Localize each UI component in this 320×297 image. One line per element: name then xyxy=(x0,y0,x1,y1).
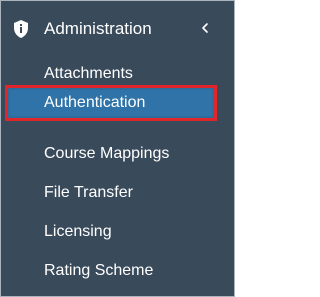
section-title: Administration xyxy=(44,19,152,38)
menu-item-label: File Transfer xyxy=(44,184,133,201)
shield-icon xyxy=(13,19,29,39)
menu-item-label: Rating Scheme xyxy=(44,262,154,279)
menu-item-label: Authentication xyxy=(44,94,146,111)
menu-item-file-transfer[interactable]: File Transfer xyxy=(1,176,234,210)
chevron-left-icon[interactable] xyxy=(198,21,212,35)
menu-item-label: Course Mappings xyxy=(44,145,170,162)
menu-item-licensing[interactable]: Licensing xyxy=(1,215,234,249)
menu-item-rating-scheme[interactable]: Rating Scheme xyxy=(1,254,234,288)
menu-item-label: Licensing xyxy=(44,223,112,240)
menu-item-label: Attachments xyxy=(44,65,133,82)
menu-item-course-mappings[interactable]: Course Mappings xyxy=(1,137,234,171)
menu-item-authentication[interactable]: Authentication xyxy=(1,83,234,127)
administration-section-header[interactable]: Administration xyxy=(1,11,234,47)
admin-sidebar-panel: Administration Attachments Authenticatio… xyxy=(0,0,235,297)
